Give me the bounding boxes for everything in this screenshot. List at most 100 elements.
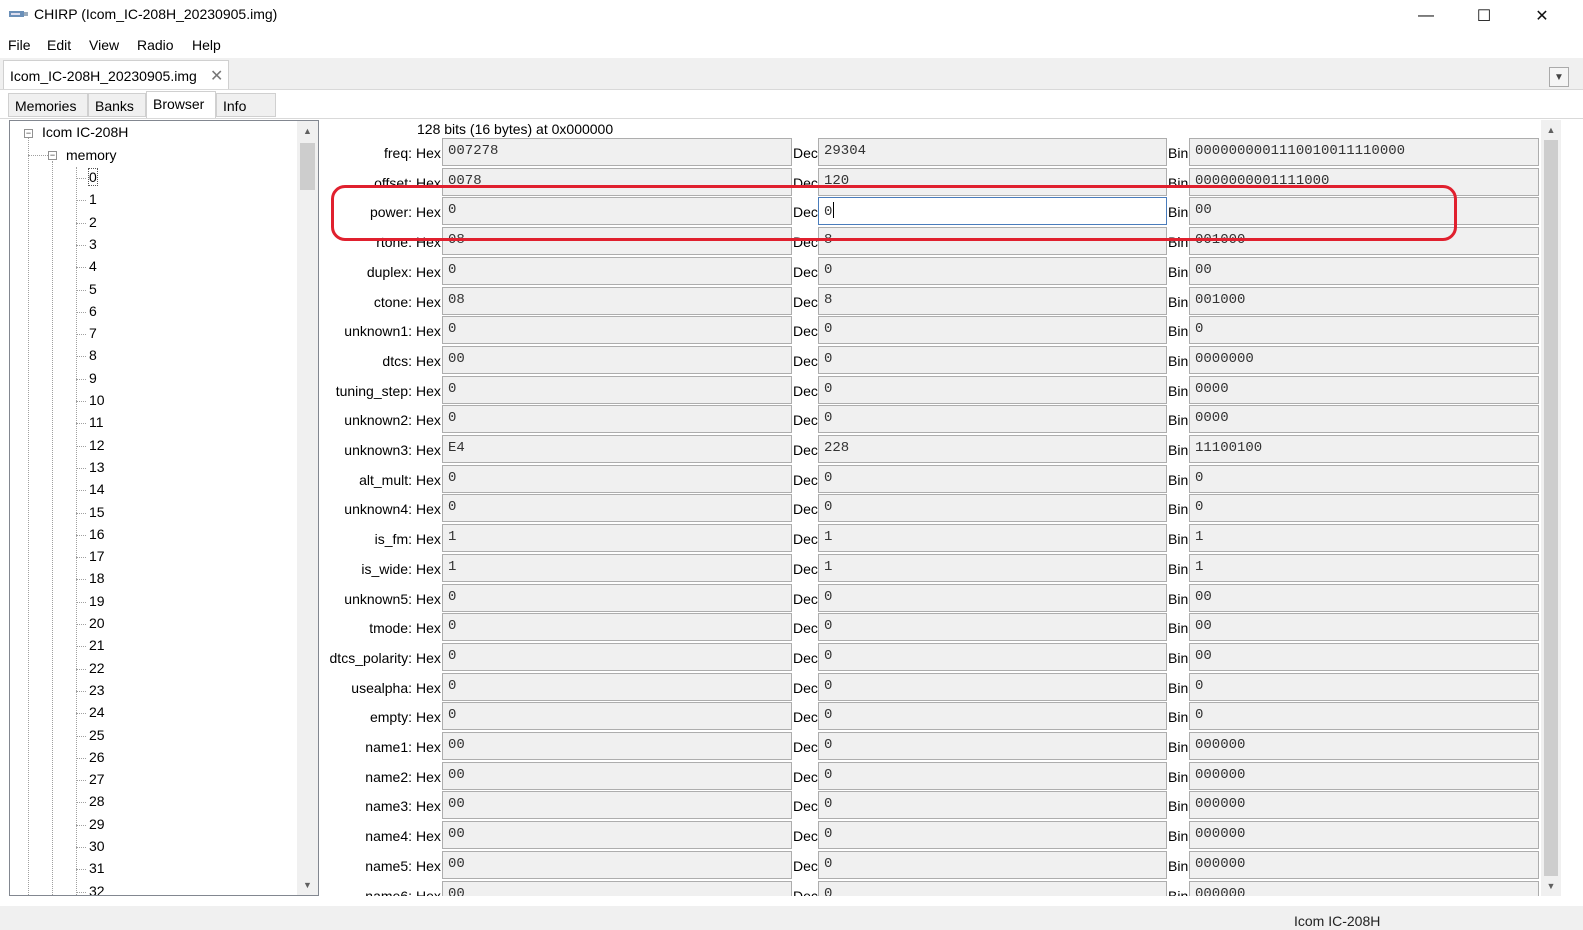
bin-value-field[interactable]: 0000000: [1189, 345, 1539, 374]
tree-item-memory[interactable]: 18: [89, 570, 105, 586]
hex-value-field[interactable]: 0: [442, 375, 792, 404]
dec-value-field[interactable]: 0: [818, 672, 1167, 701]
tree-item-memory[interactable]: 8: [89, 347, 97, 363]
bin-value-field[interactable]: 0: [1189, 702, 1539, 731]
tree-item-memory[interactable]: 10: [89, 392, 105, 408]
dec-value-field[interactable]: 0: [818, 761, 1167, 790]
collapse-root-icon[interactable]: −: [24, 129, 33, 138]
tree-item-memory[interactable]: 25: [89, 727, 105, 743]
bin-value-field[interactable]: 0: [1189, 464, 1539, 493]
tree-item-memory[interactable]: 24: [89, 704, 105, 720]
tree-item-memory[interactable]: 5: [89, 281, 97, 297]
bin-value-field[interactable]: 0000: [1189, 405, 1539, 434]
tree-item-memory[interactable]: 6: [89, 303, 97, 319]
bin-value-field[interactable]: 1: [1189, 524, 1539, 553]
hex-value-field[interactable]: 00: [442, 732, 792, 760]
dec-value-field[interactable]: 0: [818, 405, 1167, 434]
dec-value-field[interactable]: 0: [818, 256, 1167, 285]
dec-value-field[interactable]: 8: [818, 286, 1167, 315]
tree-item-memory[interactable]: 7: [89, 325, 97, 341]
hex-value-field[interactable]: 00: [442, 821, 792, 850]
tab-info[interactable]: Info: [216, 93, 276, 117]
hex-value-field[interactable]: 0: [442, 405, 792, 434]
tab-list-dropdown-button[interactable]: ▼: [1549, 67, 1569, 87]
bin-value-field[interactable]: 0000000001110010011110000: [1189, 138, 1539, 166]
tree-item-memory[interactable]: 13: [89, 459, 105, 475]
hex-value-field[interactable]: 0: [442, 613, 792, 642]
bin-value-field[interactable]: 000000: [1189, 821, 1539, 850]
hex-value-field[interactable]: 0: [442, 316, 792, 345]
tree-item-memory[interactable]: 9: [89, 370, 97, 386]
dec-value-field[interactable]: 0: [818, 583, 1167, 612]
tree-item-memory[interactable]: 20: [89, 615, 105, 631]
close-window-button[interactable]: ✕: [1519, 0, 1565, 32]
bin-value-field[interactable]: 000000: [1189, 761, 1539, 790]
tree-item-memory[interactable]: 31: [89, 860, 105, 876]
tree-item-memory[interactable]: 15: [89, 504, 105, 520]
tree-item-memory[interactable]: 12: [89, 437, 105, 453]
tree-group-memory[interactable]: memory: [66, 147, 117, 163]
tree-root[interactable]: Icom IC-208H: [42, 124, 128, 140]
tab-browser[interactable]: Browser: [146, 91, 216, 118]
tree-item-memory[interactable]: 32: [89, 883, 105, 895]
menu-file[interactable]: File: [8, 37, 31, 53]
file-tab[interactable]: Icom_IC-208H_20230905.img ✕: [3, 60, 229, 89]
tree-item-memory[interactable]: 14: [89, 481, 105, 497]
tree-item-memory[interactable]: 0: [88, 168, 98, 186]
minimize-button[interactable]: —: [1403, 0, 1449, 32]
tree-item-memory[interactable]: 23: [89, 682, 105, 698]
dec-value-field[interactable]: 1: [818, 524, 1167, 553]
bin-value-field[interactable]: 0: [1189, 672, 1539, 701]
hex-value-field[interactable]: 00: [442, 850, 792, 879]
hex-value-field[interactable]: E4: [442, 435, 792, 463]
dec-value-field[interactable]: 0: [818, 702, 1167, 731]
dec-value-field[interactable]: 1: [818, 553, 1167, 582]
bin-value-field[interactable]: 001000: [1189, 286, 1539, 315]
hex-value-field[interactable]: 00: [442, 880, 792, 896]
tree-item-memory[interactable]: 30: [89, 838, 105, 854]
menu-view[interactable]: View: [89, 37, 119, 53]
dec-value-field[interactable]: 0: [818, 375, 1167, 404]
tree-item-memory[interactable]: 29: [89, 816, 105, 832]
tab-memories[interactable]: Memories: [8, 93, 88, 117]
tree-item-memory[interactable]: 27: [89, 771, 105, 787]
scroll-up-icon[interactable]: ▲: [1541, 122, 1561, 138]
dec-value-field[interactable]: 0: [818, 613, 1167, 642]
menu-radio[interactable]: Radio: [137, 37, 174, 53]
dec-value-field[interactable]: 0: [818, 732, 1167, 760]
dec-value-field[interactable]: 0: [818, 642, 1167, 671]
bin-value-field[interactable]: 00: [1189, 256, 1539, 285]
tree-item-memory[interactable]: 1: [89, 191, 97, 207]
bin-value-field[interactable]: 11100100: [1189, 435, 1539, 463]
dec-value-field[interactable]: 120: [818, 167, 1167, 196]
tree-item-memory[interactable]: 17: [89, 548, 105, 564]
hex-value-field[interactable]: 0: [442, 642, 792, 671]
scroll-down-icon[interactable]: ▼: [1541, 878, 1561, 894]
bin-value-field[interactable]: 000000: [1189, 850, 1539, 879]
dec-value-field[interactable]: 0: [818, 850, 1167, 879]
tree-scroll-thumb[interactable]: [300, 143, 315, 190]
dec-value-field[interactable]: 0: [818, 494, 1167, 523]
hex-value-field[interactable]: 00: [442, 761, 792, 790]
dec-value-field[interactable]: 0: [818, 791, 1167, 820]
bin-value-field[interactable]: 000000: [1189, 732, 1539, 760]
dec-value-field[interactable]: 0: [818, 197, 1167, 226]
bin-value-field[interactable]: 00: [1189, 583, 1539, 612]
hex-value-field[interactable]: 0: [442, 494, 792, 523]
dec-value-field[interactable]: 228: [818, 435, 1167, 463]
hex-value-field[interactable]: 0: [442, 583, 792, 612]
maximize-button[interactable]: ☐: [1461, 0, 1507, 32]
hex-value-field[interactable]: 1: [442, 553, 792, 582]
tree-item-memory[interactable]: 22: [89, 660, 105, 676]
bin-value-field[interactable]: 00: [1189, 613, 1539, 642]
bin-value-field[interactable]: 00: [1189, 642, 1539, 671]
scroll-up-icon[interactable]: ▲: [297, 123, 318, 139]
tree-scrollbar[interactable]: ▲ ▼: [297, 121, 318, 895]
hex-value-field[interactable]: 007278: [442, 138, 792, 166]
hex-value-field[interactable]: 00: [442, 345, 792, 374]
hex-value-field[interactable]: 08: [442, 286, 792, 315]
menu-help[interactable]: Help: [192, 37, 221, 53]
hex-value-field[interactable]: 0078: [442, 167, 792, 196]
hex-value-field[interactable]: 00: [442, 791, 792, 820]
fields-scrollbar[interactable]: ▲ ▼: [1541, 120, 1561, 896]
